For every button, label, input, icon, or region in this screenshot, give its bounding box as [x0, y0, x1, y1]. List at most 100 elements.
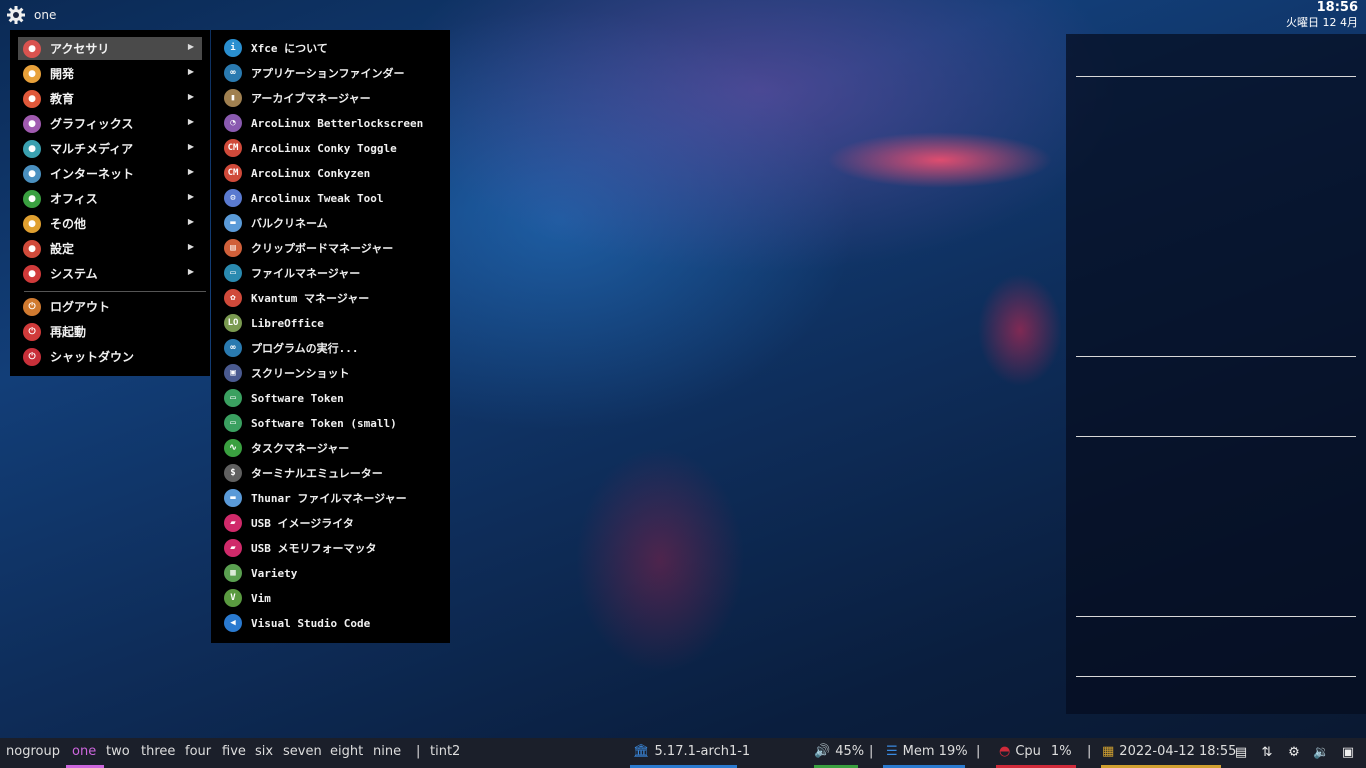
panel-separator: |: [869, 744, 874, 759]
submenu-item[interactable]: ▮ アーカイブマネージャー: [219, 86, 447, 110]
submenu-item[interactable]: ▬ Thunar ファイルマネージャー: [219, 486, 447, 510]
submenu-item-label: ファイルマネージャー: [251, 267, 361, 280]
memory-value: Mem 19%: [902, 744, 968, 759]
submenu-item[interactable]: CM ArcoLinux Conkyzen: [219, 161, 447, 185]
kernel-widget: 🏛 5.17.1-arch1-1: [633, 744, 750, 759]
submenu-item[interactable]: V Vim: [219, 586, 447, 610]
submenu-item[interactable]: ∞ プログラムの実行...: [219, 336, 447, 360]
submenu-item[interactable]: ⚙ Arcolinux Tweak Tool: [219, 186, 447, 210]
submenu-item[interactable]: ▣ スクリーンショット: [219, 361, 447, 385]
submenu-item[interactable]: $ ターミナルエミュレーター: [219, 461, 447, 485]
settings-tray-icon[interactable]: ⚙: [1286, 745, 1302, 761]
education-icon: ●: [23, 89, 41, 108]
workspace-one[interactable]: one: [72, 744, 96, 759]
kvantum-icon: ✿: [224, 289, 242, 307]
display-tray-icon[interactable]: ▣: [1340, 745, 1356, 761]
submenu-item[interactable]: ▰ USB イメージライタ: [219, 511, 447, 535]
submenu-item[interactable]: CM ArcoLinux Conky Toggle: [219, 136, 447, 160]
volume-value: 45%: [835, 744, 865, 759]
multimedia-icon: ●: [23, 139, 41, 158]
workspace-two[interactable]: two: [106, 744, 130, 759]
accessories-submenu: i Xfce について ∞ アプリケーションファインダー ▮ アーカイブマネージャー ◔ Ar…: [211, 30, 450, 643]
submenu-arrow-icon: ▶: [187, 192, 194, 201]
development-icon: ●: [23, 64, 41, 83]
submenu-item-label: アーカイブマネージャー: [251, 92, 371, 105]
submenu-arrow-icon: ▶: [187, 117, 194, 126]
workspace-six[interactable]: six: [255, 744, 273, 759]
menu-category-label: グラフィックス: [50, 117, 134, 131]
session-item[interactable]: ⏻ ログアウト: [18, 295, 202, 318]
menu-category-label: アクセサリ: [50, 42, 110, 56]
menu-separator: [24, 291, 206, 292]
menu-category-item[interactable]: ● インターネット ▶: [18, 162, 202, 185]
submenu-item[interactable]: ▤ クリップボードマネージャー: [219, 236, 447, 260]
submenu-item-label: Arcolinux Tweak Tool: [251, 191, 384, 205]
memory-icon: ☰: [886, 744, 898, 759]
submenu-arrow-icon: ▶: [187, 142, 194, 151]
session-item[interactable]: ⏻ シャットダウン: [18, 345, 202, 368]
menu-category-item[interactable]: ● 教育 ▶: [18, 87, 202, 110]
menu-category-item[interactable]: ● 設定 ▶: [18, 237, 202, 260]
submenu-item[interactable]: ◔ ArcoLinux Betterlockscreen: [219, 111, 447, 135]
datetime-value: 2022-04-12 18:55: [1119, 744, 1237, 759]
workspace-eight[interactable]: eight: [330, 744, 363, 759]
session-item-label: ログアウト: [50, 300, 111, 314]
menu-category-item[interactable]: ● グラフィックス ▶: [18, 112, 202, 135]
kernel-icon: 🏛: [633, 744, 650, 759]
menu-category-item[interactable]: ● オフィス ▶: [18, 187, 202, 210]
clipboard-tray-icon[interactable]: ▤: [1233, 745, 1249, 761]
submenu-item[interactable]: ▭ Software Token (small): [219, 411, 447, 435]
submenu-item[interactable]: ▭ ファイルマネージャー: [219, 261, 447, 285]
menu-category-label: その他: [50, 217, 87, 231]
volume-widget[interactable]: 🔊 45%: [814, 744, 864, 759]
submenu-item[interactable]: ▭ Software Token: [219, 386, 447, 410]
workspace-nogroup[interactable]: nogroup: [6, 744, 60, 759]
menu-category-label: 教育: [50, 92, 75, 106]
submenu-item[interactable]: ✿ Kvantum マネージャー: [219, 286, 447, 310]
conky-divider: [1076, 356, 1356, 357]
menu-category-item[interactable]: ● 開発 ▶: [18, 62, 202, 85]
folder-icon: ▬: [224, 214, 242, 232]
panel-separator: |: [976, 744, 981, 759]
date-widget[interactable]: ▦ 2022-04-12 18:55: [1102, 744, 1236, 759]
logout-icon: ⏻: [23, 297, 41, 316]
volume-tray-icon[interactable]: 🔉: [1313, 745, 1329, 761]
application-menu: ● アクセサリ ▶ ● 開発 ▶ ● 教育 ▶ ● グラフィックス ▶ ● マルチメディア ▶ ● インターネッ…: [10, 30, 210, 376]
submenu-item-label: Vim: [251, 591, 271, 605]
submenu-item[interactable]: i Xfce について: [219, 36, 447, 60]
clock: 18:56 火曜日 12 4月: [1286, 0, 1358, 30]
submenu-item-label: ターミナルエミュレーター: [251, 467, 383, 480]
menu-category-item[interactable]: ● マルチメディア ▶: [18, 137, 202, 160]
workspace-nine[interactable]: nine: [373, 744, 401, 759]
submenu-item[interactable]: ▦ Variety: [219, 561, 447, 585]
usb-writer-icon: ▰: [224, 514, 242, 532]
submenu-item[interactable]: ∿ タスクマネージャー: [219, 436, 447, 460]
session-item[interactable]: ⏻ 再起動: [18, 320, 202, 343]
session-item-label: 再起動: [50, 325, 87, 339]
software-token-icon: ▭: [224, 389, 242, 407]
terminal-icon: $: [224, 464, 242, 482]
conky-toggle-icon: CM: [224, 139, 242, 157]
conky-divider: [1076, 76, 1356, 77]
workspace-five[interactable]: five: [222, 744, 246, 759]
session-item-label: シャットダウン: [50, 350, 135, 364]
submenu-item[interactable]: ▬ バルクリネーム: [219, 211, 447, 235]
file-manager-icon: ▭: [224, 264, 242, 282]
network-tray-icon[interactable]: ⇅: [1259, 745, 1275, 761]
workspace-three[interactable]: three: [141, 744, 175, 759]
archive-icon: ▮: [224, 89, 242, 107]
submenu-item[interactable]: LO LibreOffice: [219, 311, 447, 335]
variety-icon: ▦: [224, 564, 242, 582]
menu-category-item[interactable]: ● その他 ▶: [18, 212, 202, 235]
submenu-item[interactable]: ▰ USB メモリフォーマッタ: [219, 536, 447, 560]
workspace-four[interactable]: four: [185, 744, 211, 759]
submenu-item-label: アプリケーションファインダー: [251, 67, 405, 80]
submenu-item[interactable]: ∞ アプリケーションファインダー: [219, 61, 447, 85]
workspace-seven[interactable]: seven: [283, 744, 322, 759]
gear-icon[interactable]: [6, 5, 26, 25]
submenu-item[interactable]: ◀ Visual Studio Code: [219, 611, 447, 635]
screenshot-icon: ▣: [224, 364, 242, 382]
menu-category-item[interactable]: ● アクセサリ ▶: [18, 37, 202, 60]
menu-category-item[interactable]: ● システム ▶: [18, 262, 202, 285]
menu-category-label: 設定: [50, 242, 75, 256]
